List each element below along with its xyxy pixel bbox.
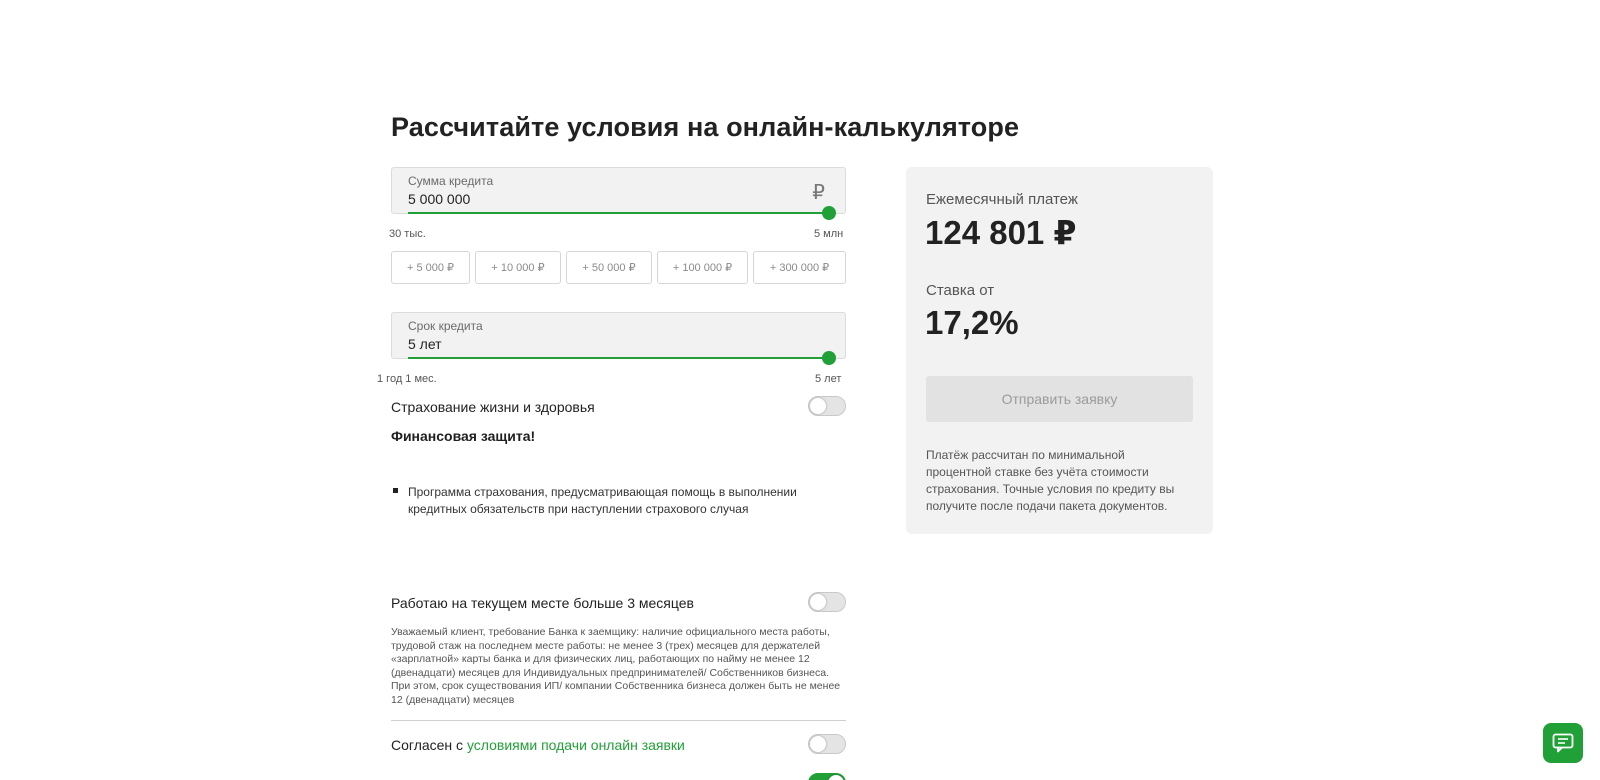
employment-label: Работаю на текущем месте больше 3 месяце… bbox=[391, 595, 694, 611]
agreement-terms-link[interactable]: условиями подачи онлайн заявки bbox=[467, 737, 685, 753]
toggle-knob bbox=[810, 594, 826, 610]
loan-term-min: 1 год 1 мес. bbox=[377, 373, 437, 385]
agreement-label: Согласен с условиями подачи онлайн заявк… bbox=[391, 737, 685, 753]
bullet-marker bbox=[393, 488, 398, 493]
loan-term-value[interactable]: 5 лет bbox=[408, 336, 442, 352]
loan-amount-slider-track[interactable] bbox=[408, 206, 836, 220]
quick-add-button[interactable]: + 100 000 ₽ bbox=[657, 251, 748, 284]
rate-value: 17,2% bbox=[925, 304, 1019, 341]
agreement-prefix: Согласен с bbox=[391, 737, 467, 753]
loan-amount-field[interactable]: Сумма кредита 5 000 000 ₽ bbox=[391, 167, 846, 220]
loan-term-field[interactable]: Срок кредита 5 лет bbox=[391, 312, 846, 365]
monthly-payment-label: Ежемесячный платеж bbox=[926, 191, 1078, 208]
loan-amount-slider-handle[interactable] bbox=[822, 206, 836, 220]
result-panel: Ежемесячный платеж 124 801 ₽ Ставка от 1… bbox=[906, 167, 1213, 534]
toggle-knob bbox=[810, 736, 826, 752]
toggle-knob bbox=[810, 398, 826, 414]
loan-amount-slider-fill bbox=[408, 212, 829, 214]
loan-amount-value[interactable]: 5 000 000 bbox=[408, 191, 470, 207]
loan-term-label: Срок кредита bbox=[408, 319, 483, 333]
divider bbox=[391, 720, 846, 721]
chat-button[interactable] bbox=[1543, 723, 1583, 763]
insurance-heading: Финансовая защита! bbox=[391, 428, 536, 444]
monthly-payment-value: 124 801 ₽ bbox=[925, 214, 1077, 251]
quick-add-button[interactable]: + 50 000 ₽ bbox=[566, 251, 652, 284]
insurance-label: Страхование жизни и здоровья bbox=[391, 399, 595, 415]
consent-toggle[interactable] bbox=[808, 773, 846, 780]
loan-amount-max: 5 млн bbox=[814, 228, 844, 240]
insurance-toggle[interactable] bbox=[808, 396, 846, 416]
rate-label: Ставка от bbox=[926, 282, 995, 299]
toggle-knob bbox=[828, 775, 844, 780]
loan-term-slider-fill bbox=[408, 357, 829, 359]
submit-application-button[interactable]: Отправить заявку bbox=[926, 376, 1193, 422]
quick-add-button[interactable]: + 5 000 ₽ bbox=[391, 251, 470, 284]
employment-notice: Уважаемый клиент, требование Банка к зае… bbox=[391, 626, 841, 706]
payment-note: Платёж рассчитан по минимальной процентн… bbox=[926, 448, 1175, 513]
ruble-icon: ₽ bbox=[812, 182, 825, 204]
loan-amount-min: 30 тыс. bbox=[389, 228, 426, 240]
loan-term-slider-track[interactable] bbox=[408, 351, 836, 365]
insurance-description: Программа страхования, предусматривающая… bbox=[408, 485, 797, 516]
loan-term-slider-handle[interactable] bbox=[822, 351, 836, 365]
employment-toggle[interactable] bbox=[808, 592, 846, 612]
loan-amount-label: Сумма кредита bbox=[408, 174, 494, 188]
quick-add-button[interactable]: + 300 000 ₽ bbox=[753, 251, 846, 284]
page-title: Рассчитайте условия на онлайн-калькулято… bbox=[391, 112, 1020, 142]
chat-icon bbox=[1552, 733, 1574, 753]
loan-term-max: 5 лет bbox=[815, 373, 842, 385]
agreement-toggle[interactable] bbox=[808, 734, 846, 754]
quick-add-button[interactable]: + 10 000 ₽ bbox=[475, 251, 561, 284]
